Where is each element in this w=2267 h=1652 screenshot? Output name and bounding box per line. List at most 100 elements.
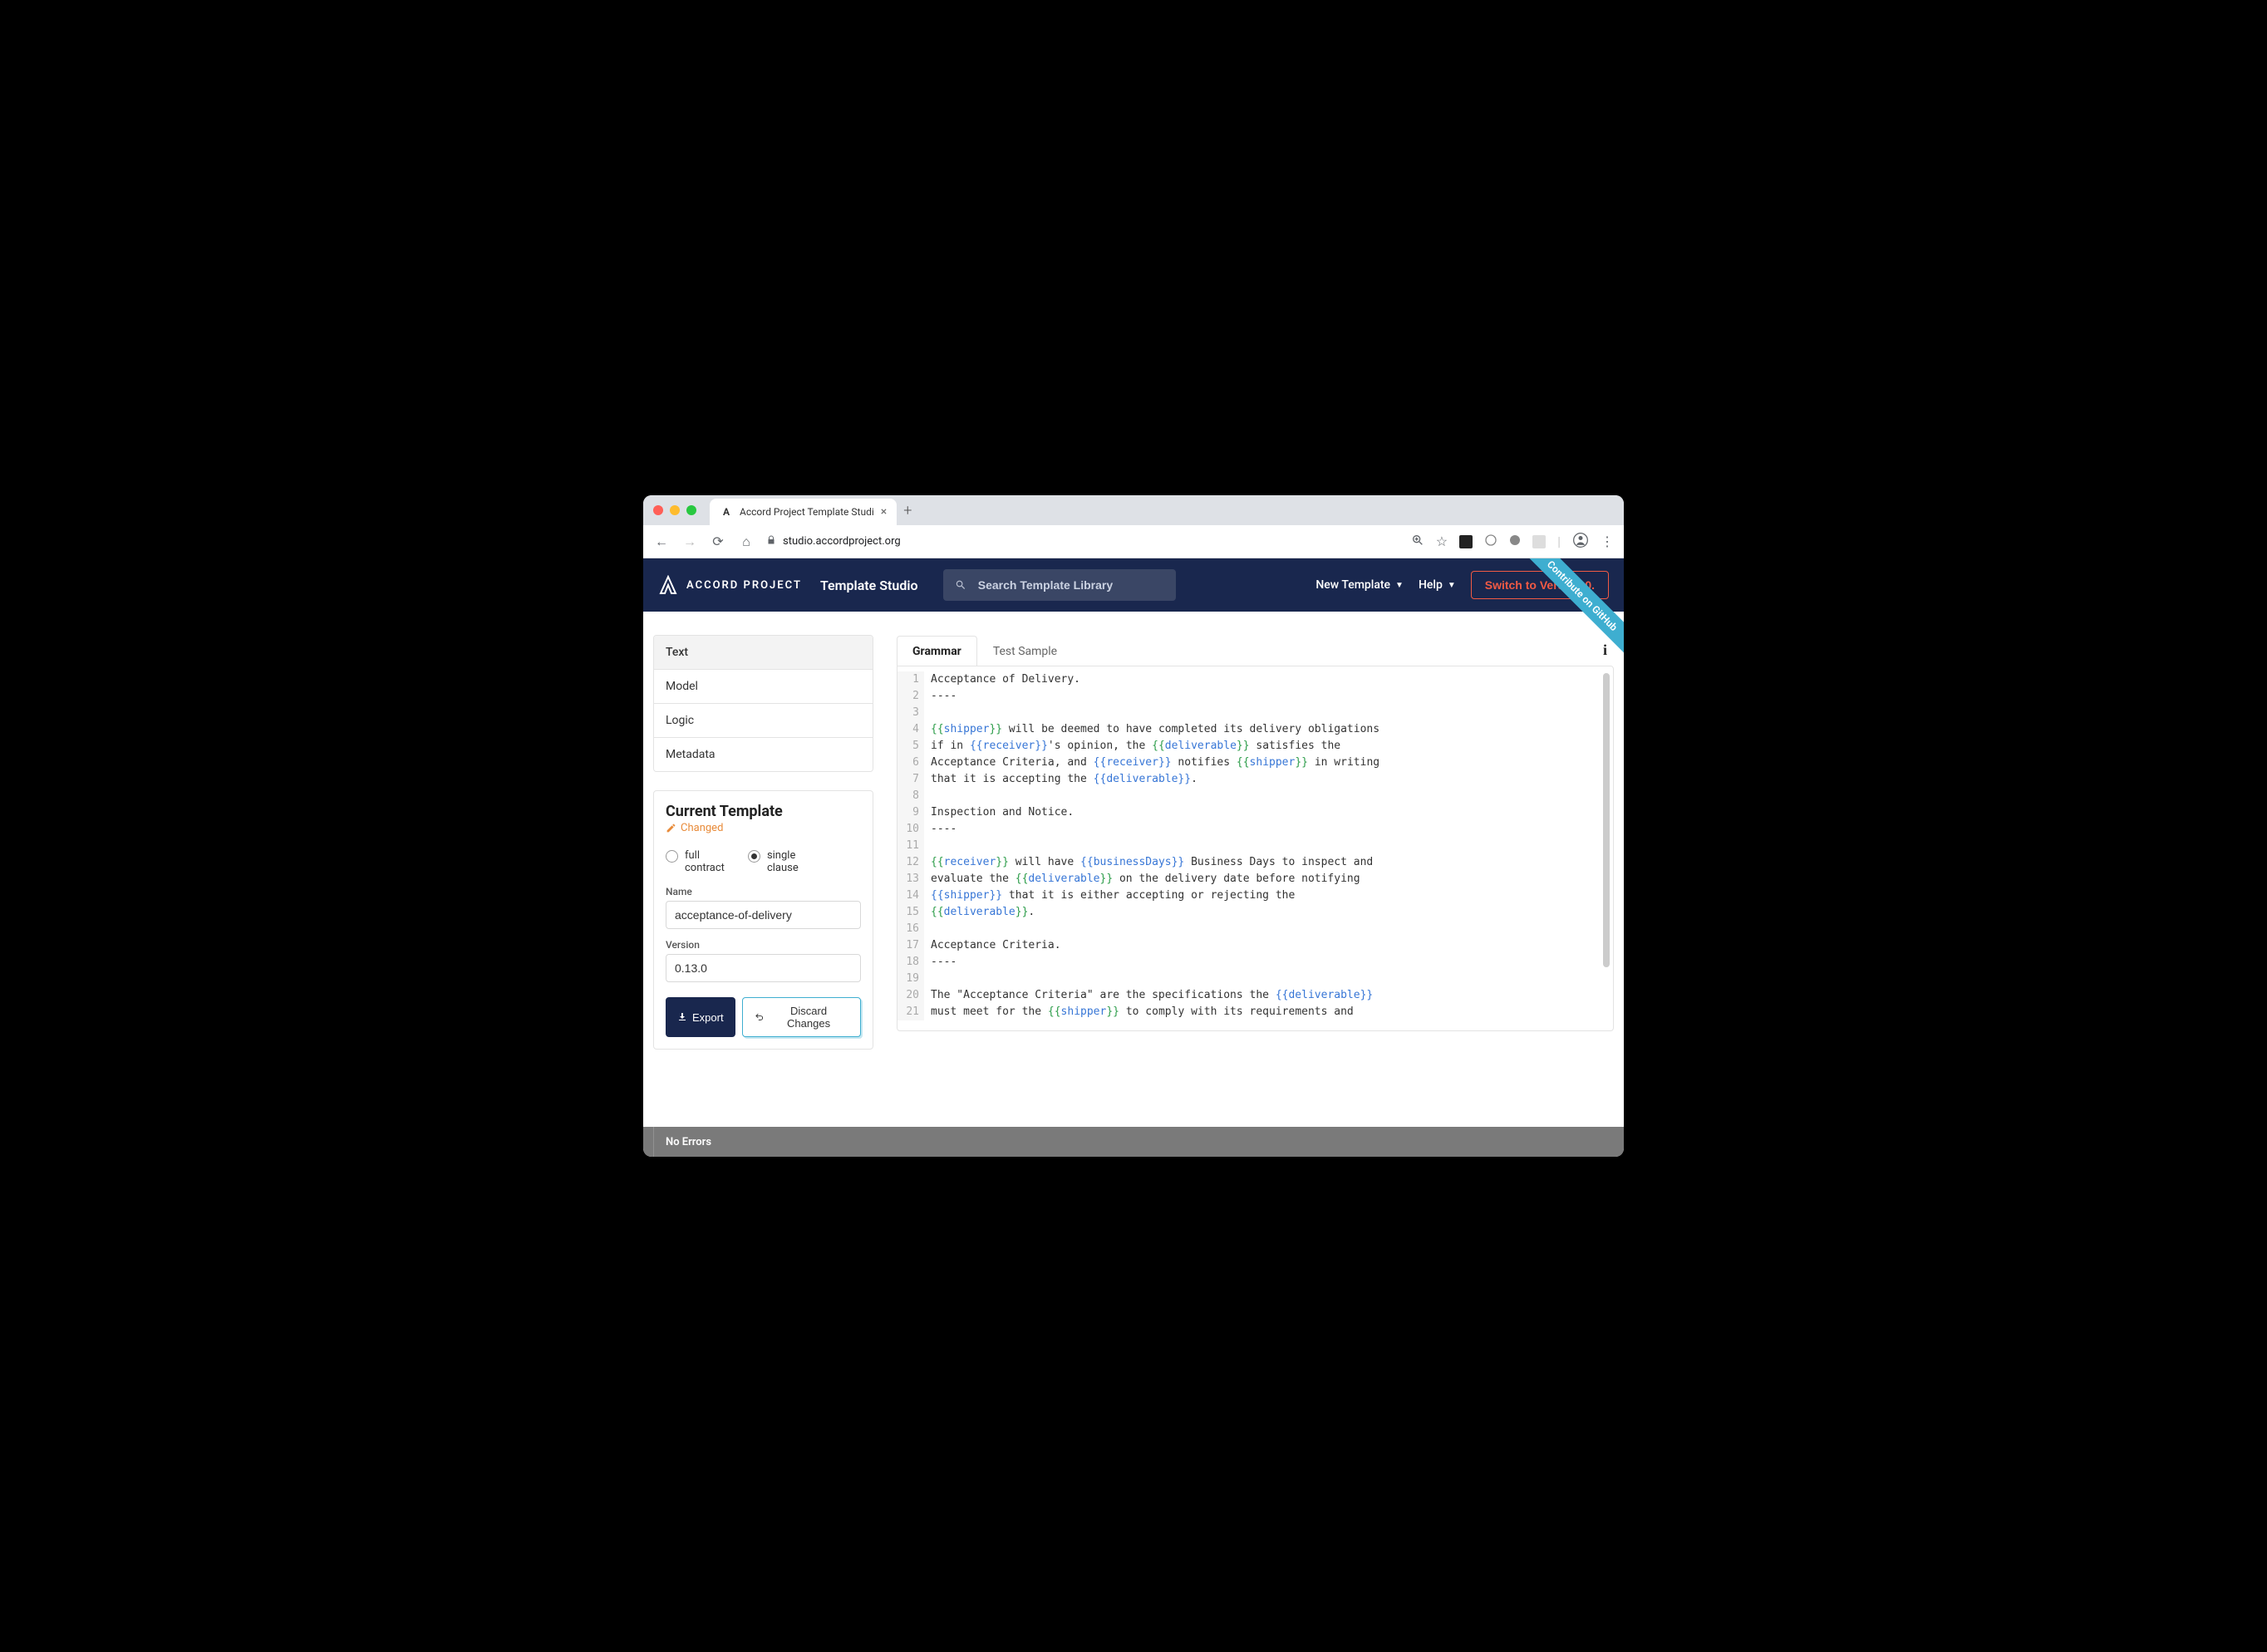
back-button[interactable]: ← — [653, 533, 670, 550]
sidebar-tab-metadata[interactable]: Metadata — [654, 738, 873, 771]
zoom-icon[interactable] — [1411, 533, 1424, 550]
line-number: 16 — [897, 921, 924, 937]
reload-button[interactable]: ⟳ — [710, 533, 726, 549]
code-line[interactable]: 19 — [897, 971, 1613, 987]
code-line[interactable]: 3 — [897, 705, 1613, 721]
code-line[interactable]: 1Acceptance of Delivery. — [897, 671, 1613, 688]
code-line[interactable]: 20The "Acceptance Criteria" are the spec… — [897, 987, 1613, 1004]
code-line[interactable]: 11 — [897, 838, 1613, 854]
extension-icon[interactable] — [1459, 535, 1473, 548]
brand-text: ACCORD PROJECT — [686, 579, 802, 592]
extension-dot-icon[interactable] — [1509, 533, 1521, 549]
profile-icon[interactable] — [1572, 532, 1589, 552]
code-line[interactable]: 2---- — [897, 688, 1613, 705]
code-text — [924, 921, 931, 937]
address-bar[interactable]: studio.accordproject.org — [766, 535, 1399, 548]
line-number: 5 — [897, 738, 924, 755]
new-template-label: New Template — [1315, 578, 1390, 592]
new-template-menu[interactable]: New Template ▼ — [1315, 578, 1404, 592]
code-line[interactable]: 18---- — [897, 954, 1613, 971]
radio-full-contract[interactable]: fullcontract — [666, 849, 725, 874]
code-line[interactable]: 5if in {{receiver}}'s opinion, the {{del… — [897, 738, 1613, 755]
scrollbar[interactable] — [1603, 673, 1610, 1019]
code-text: Acceptance of Delivery. — [924, 671, 1080, 688]
code-line[interactable]: 7that it is accepting the {{deliverable}… — [897, 771, 1613, 788]
browser-tab[interactable]: A Accord Project Template Studi × — [710, 499, 897, 525]
sidebar: Text Model Logic Metadata Current Templa… — [653, 635, 873, 1104]
code-text: ---- — [924, 821, 956, 838]
line-number: 21 — [897, 1004, 924, 1020]
code-text: that it is accepting the {{deliverable}}… — [924, 771, 1197, 788]
app-window: A Accord Project Template Studi × + ← → … — [643, 495, 1624, 1157]
forward-button[interactable]: → — [681, 533, 698, 550]
code-text — [924, 705, 931, 721]
app-name: Template Studio — [820, 578, 918, 593]
tab-favicon: A — [720, 505, 733, 519]
help-menu[interactable]: Help ▼ — [1419, 578, 1456, 592]
url-host: studio.accordproject.org — [783, 535, 901, 548]
code-text: ---- — [924, 688, 956, 705]
browser-tab-strip: A Accord Project Template Studi × + — [643, 495, 1624, 525]
code-text: {{deliverable}}. — [924, 904, 1035, 921]
home-button[interactable]: ⌂ — [738, 533, 755, 550]
code-line[interactable]: 8 — [897, 788, 1613, 804]
code-line[interactable]: 4{{shipper}} will be deemed to have comp… — [897, 721, 1613, 738]
code-line[interactable]: 15{{deliverable}}. — [897, 904, 1613, 921]
help-label: Help — [1419, 578, 1443, 592]
minimize-window-button[interactable] — [670, 505, 680, 515]
line-number: 19 — [897, 971, 924, 987]
scrollbar-thumb[interactable] — [1603, 673, 1610, 967]
version-input[interactable] — [666, 954, 861, 982]
extension-circle-icon[interactable] — [1484, 533, 1497, 550]
editor-tab-strip: Grammar Test Sample i — [897, 635, 1614, 666]
export-label: Export — [692, 1011, 724, 1024]
search-input[interactable] — [978, 578, 1164, 592]
close-tab-icon[interactable]: × — [881, 505, 887, 519]
export-button[interactable]: Export — [666, 997, 735, 1037]
maximize-window-button[interactable] — [686, 505, 696, 515]
code-line[interactable]: 14{{shipper}} that it is either acceptin… — [897, 887, 1613, 904]
code-text: {{receiver}} will have {{businessDays}} … — [924, 854, 1373, 871]
star-icon[interactable]: ☆ — [1436, 533, 1448, 549]
code-line[interactable]: 13evaluate the {{deliverable}} on the de… — [897, 871, 1613, 887]
new-tab-button[interactable]: + — [903, 502, 912, 519]
menu-icon[interactable]: ⋮ — [1601, 533, 1614, 549]
tab-test-sample[interactable]: Test Sample — [977, 636, 1073, 666]
discard-button[interactable]: Discard Changes — [742, 997, 861, 1037]
extension-square-icon[interactable] — [1532, 535, 1546, 548]
brand-logo[interactable]: ACCORD PROJECT — [658, 575, 802, 595]
app-header: ACCORD PROJECT Template Studio New Templ… — [643, 558, 1624, 612]
line-number: 10 — [897, 821, 924, 838]
line-number: 9 — [897, 804, 924, 821]
search-box[interactable] — [943, 569, 1176, 601]
status-text: No Errors — [666, 1136, 711, 1148]
sidebar-tab-model[interactable]: Model — [654, 670, 873, 704]
line-number: 14 — [897, 887, 924, 904]
code-line[interactable]: 12{{receiver}} will have {{businessDays}… — [897, 854, 1613, 871]
tab-grammar[interactable]: Grammar — [897, 636, 977, 666]
code-line[interactable]: 6Acceptance Criteria, and {{receiver}} n… — [897, 755, 1613, 771]
template-type-radio-group: fullcontract singleclause — [666, 849, 861, 874]
line-number: 20 — [897, 987, 924, 1004]
line-number: 7 — [897, 771, 924, 788]
code-editor[interactable]: 1Acceptance of Delivery.2----34{{shipper… — [897, 666, 1614, 1031]
name-label: Name — [666, 886, 861, 897]
close-window-button[interactable] — [653, 505, 663, 515]
changed-indicator: Changed — [666, 822, 861, 834]
radio-single-clause[interactable]: singleclause — [748, 849, 799, 874]
lock-icon — [766, 535, 776, 548]
tab-title: Accord Project Template Studi — [740, 506, 874, 518]
sidebar-tab-logic[interactable]: Logic — [654, 704, 873, 738]
code-line[interactable]: 16 — [897, 921, 1613, 937]
code-line[interactable]: 10---- — [897, 821, 1613, 838]
changed-label: Changed — [681, 822, 723, 834]
code-text — [924, 788, 931, 804]
code-text — [924, 838, 931, 854]
code-line[interactable]: 21must meet for the {{shipper}} to compl… — [897, 1004, 1613, 1020]
name-input[interactable] — [666, 901, 861, 929]
code-line[interactable]: 9Inspection and Notice. — [897, 804, 1613, 821]
info-icon[interactable]: i — [1603, 642, 1607, 659]
sidebar-tab-text[interactable]: Text — [654, 636, 873, 670]
code-line[interactable]: 17Acceptance Criteria. — [897, 937, 1613, 954]
line-number: 11 — [897, 838, 924, 854]
